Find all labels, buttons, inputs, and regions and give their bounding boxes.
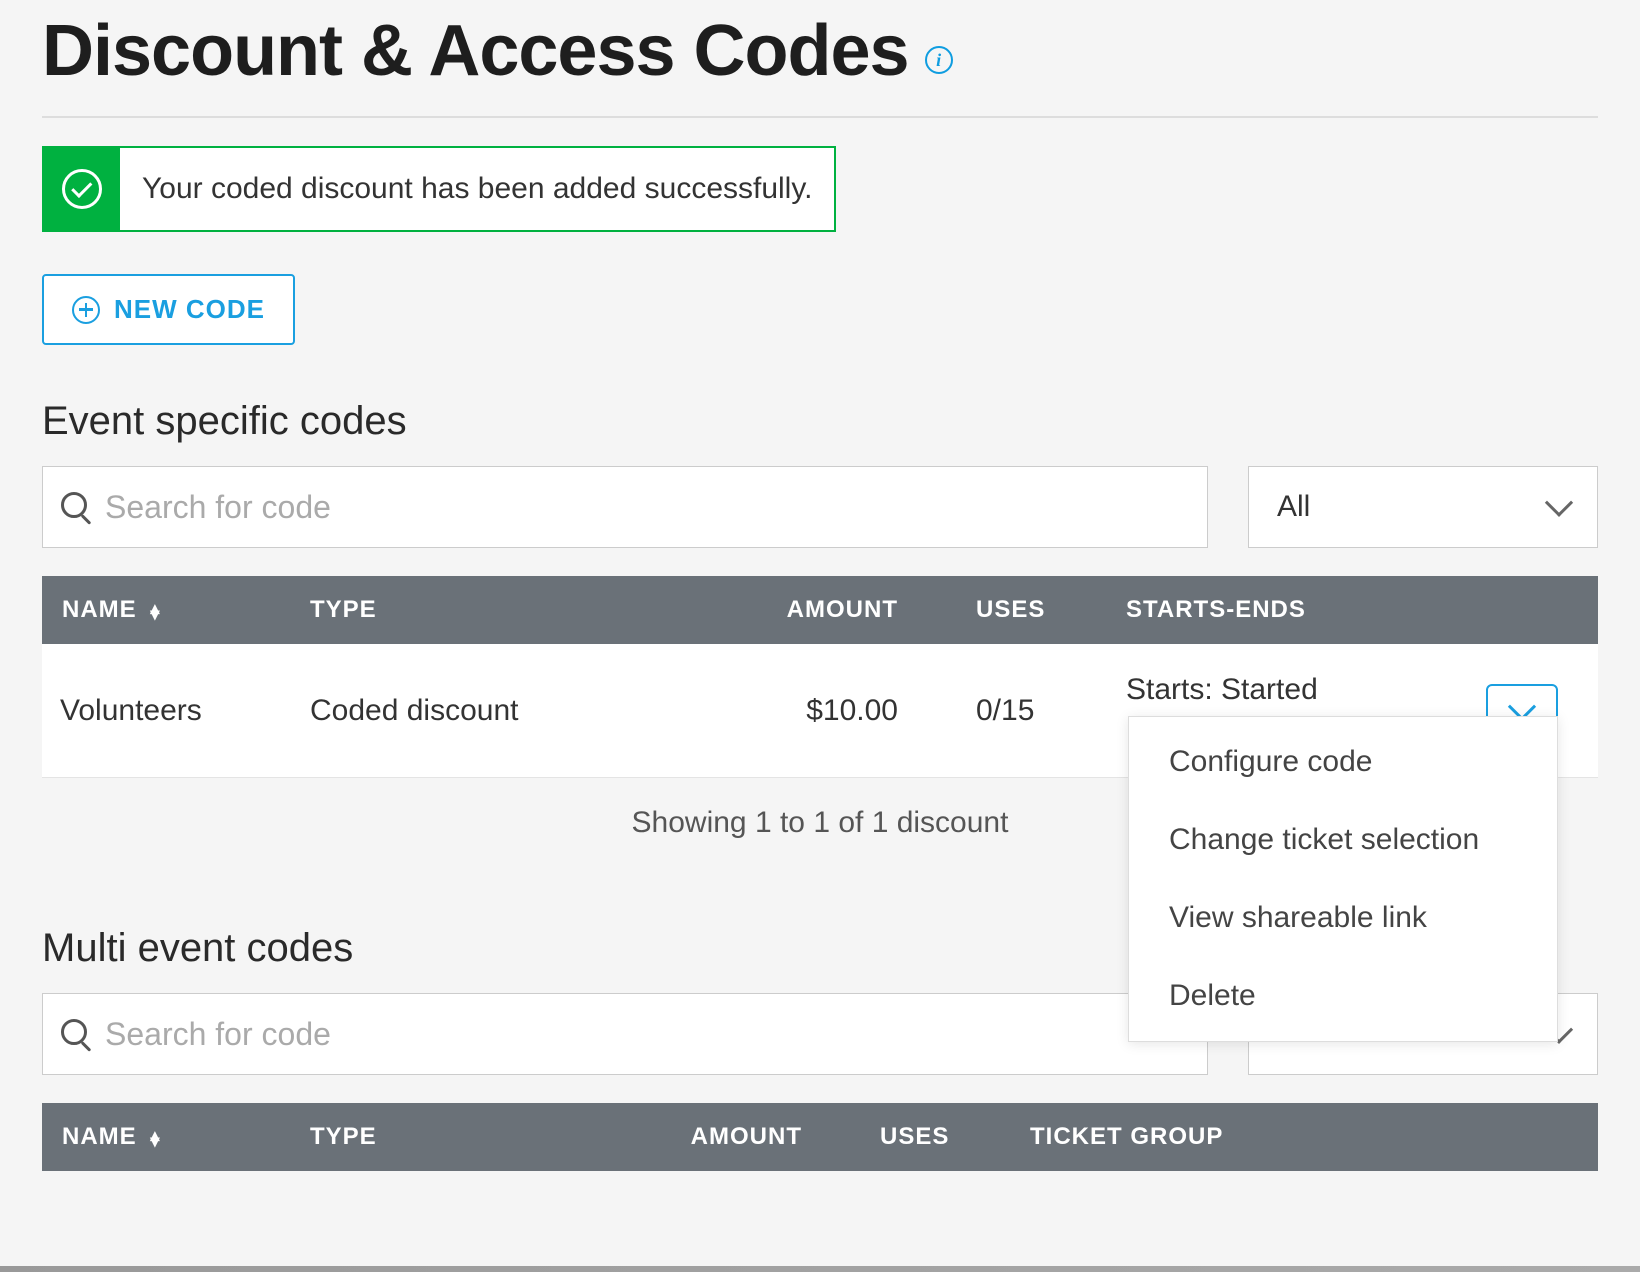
col-type-multi: TYPE — [292, 1103, 642, 1171]
col-amount-multi: AMOUNT — [642, 1103, 862, 1171]
col-name[interactable]: NAME — [42, 576, 292, 644]
search-icon — [61, 1019, 91, 1049]
search-icon — [61, 492, 91, 522]
cell-type: Coded discount — [292, 644, 738, 778]
menu-view-shareable-link[interactable]: View shareable link — [1129, 879, 1557, 957]
multi-event-codes-table: NAME TYPE AMOUNT USES TICKET GROUP — [42, 1103, 1598, 1171]
col-name-multi[interactable]: NAME — [42, 1103, 292, 1171]
cell-amount: $10.00 — [738, 644, 958, 778]
col-uses-multi: USES — [862, 1103, 1012, 1171]
col-starts-ends: STARTS-ENDS — [1108, 576, 1468, 644]
success-alert: Your coded discount has been added succe… — [42, 146, 836, 232]
filter-selected-label: All — [1277, 490, 1310, 524]
event-specific-heading: Event specific codes — [42, 399, 1598, 444]
cell-action: Configure code Change ticket selection V… — [1468, 644, 1598, 778]
search-box-multi[interactable] — [42, 993, 1208, 1075]
search-box-event[interactable] — [42, 466, 1208, 548]
sort-icon — [150, 1129, 160, 1147]
menu-delete[interactable]: Delete — [1129, 957, 1557, 1035]
plus-circle-icon — [72, 296, 100, 324]
window-bottom-edge — [0, 1266, 1640, 1272]
sort-icon — [150, 602, 160, 620]
col-amount: AMOUNT — [738, 576, 958, 644]
cell-name: Volunteers — [42, 644, 292, 778]
menu-configure-code[interactable]: Configure code — [1129, 723, 1557, 801]
menu-change-ticket-selection[interactable]: Change ticket selection — [1129, 801, 1557, 879]
chevron-down-icon — [1545, 489, 1573, 517]
search-input-multi[interactable] — [105, 1016, 1189, 1053]
alert-message: Your coded discount has been added succe… — [120, 148, 834, 230]
new-code-label: NEW CODE — [114, 294, 265, 325]
col-type: TYPE — [292, 576, 738, 644]
search-input-event[interactable] — [105, 489, 1189, 526]
event-codes-table: NAME TYPE AMOUNT USES STARTS-ENDS Volunt… — [42, 576, 1598, 778]
col-ticket-group: TICKET GROUP — [1012, 1103, 1478, 1171]
col-uses: USES — [958, 576, 1108, 644]
page-title: Discount & Access Codes — [42, 10, 909, 92]
row-actions-menu: Configure code Change ticket selection V… — [1128, 716, 1558, 1042]
table-row: Volunteers Coded discount $10.00 0/15 St… — [42, 644, 1598, 778]
col-actions-multi — [1478, 1103, 1598, 1171]
new-code-button[interactable]: NEW CODE — [42, 274, 295, 345]
page-header: Discount & Access Codes i — [42, 0, 1598, 118]
check-circle-icon — [44, 148, 120, 230]
info-icon[interactable]: i — [925, 46, 953, 74]
col-actions — [1468, 576, 1598, 644]
filter-select-event[interactable]: All — [1248, 466, 1598, 548]
cell-uses: 0/15 — [958, 644, 1108, 778]
